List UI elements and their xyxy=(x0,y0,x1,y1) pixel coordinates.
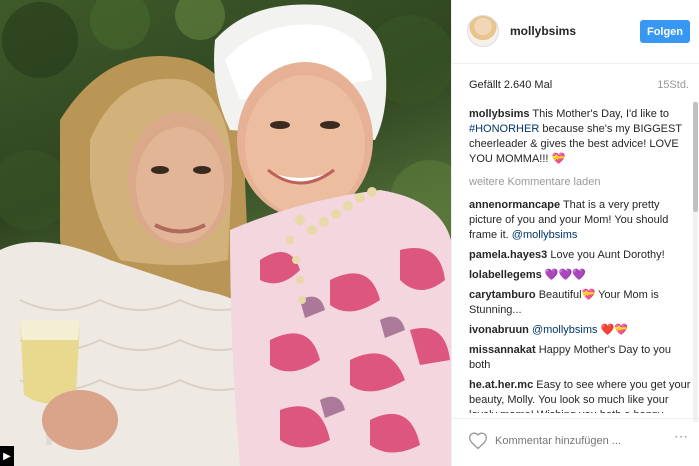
comment-text: Love you Aunt Dorothy! xyxy=(550,249,665,261)
comment-item: pamela.hayes3 Love you Aunt Dorothy! xyxy=(469,248,691,263)
caption: mollybsims This Mother's Day, I'd like t… xyxy=(469,107,691,167)
post-age[interactable]: 15Std. xyxy=(657,79,689,91)
video-corner-icon: ▶ xyxy=(0,446,14,466)
comment-item: carytamburo Beautiful💝 Your Mom is Stunn… xyxy=(469,288,691,318)
comment-item: missannakat Happy Mother's Day to you bo… xyxy=(469,343,691,373)
comment-mention[interactable]: @mollybsims xyxy=(512,229,578,241)
comment-mention[interactable]: @mollybsims xyxy=(532,324,598,336)
scrollbar-thumb[interactable] xyxy=(693,102,698,212)
comments-list: mollybsims This Mother's Day, I'd like t… xyxy=(469,107,691,413)
header-username[interactable]: mollybsims xyxy=(510,24,576,38)
comment-username[interactable]: pamela.hayes3 xyxy=(469,249,547,261)
caption-hashtag[interactable]: #HONORHER xyxy=(469,123,539,135)
caption-text-a: This Mother's Day, I'd like to xyxy=(532,108,670,120)
comment-username[interactable]: ivonabruun xyxy=(469,324,529,336)
instagram-post-modal: ▶ mollybsims Folgen Gefällt 2.640 Mal 15… xyxy=(0,0,699,466)
profile-avatar[interactable] xyxy=(467,15,499,47)
caption-emoji: 💝 xyxy=(551,153,566,165)
comment-item: annenormancape That is a very pretty pic… xyxy=(469,198,691,243)
follow-button[interactable]: Folgen xyxy=(640,20,690,43)
photo-illustration xyxy=(0,0,451,466)
post-photo[interactable]: ▶ xyxy=(0,0,451,466)
comment-username[interactable]: carytamburo xyxy=(469,289,536,301)
comment-item: he.at.her.mc Easy to see where you get y… xyxy=(469,378,691,413)
likes-count[interactable]: Gefällt 2.640 Mal xyxy=(469,79,552,91)
post-footer: ⋯ xyxy=(452,418,699,466)
comment-username[interactable]: lolabellegems xyxy=(469,269,542,281)
comment-username[interactable]: he.at.her.mc xyxy=(469,379,533,391)
comment-text: 💜💜💜 xyxy=(544,269,586,281)
heart-outline-icon[interactable] xyxy=(468,431,488,451)
post-side-panel: mollybsims Folgen Gefällt 2.640 Mal 15St… xyxy=(451,0,699,466)
load-more-comments[interactable]: weitere Kommentare laden xyxy=(469,175,691,190)
comment-item: ivonabruun @mollybsims ❤️💝 xyxy=(469,323,691,338)
comment-username[interactable]: missannakat xyxy=(469,344,536,356)
comment-username[interactable]: annenormancape xyxy=(469,199,560,211)
comments-scrollbar[interactable] xyxy=(693,102,698,422)
add-comment-input[interactable] xyxy=(495,430,665,452)
post-stats: Gefällt 2.640 Mal 15Std. xyxy=(469,79,689,95)
post-header: mollybsims Folgen xyxy=(452,0,699,64)
caption-username[interactable]: mollybsims xyxy=(469,108,530,120)
more-options-icon[interactable]: ⋯ xyxy=(674,428,688,445)
comment-item: lolabellegems 💜💜💜 xyxy=(469,268,691,283)
comment-text: ❤️💝 xyxy=(600,324,628,336)
